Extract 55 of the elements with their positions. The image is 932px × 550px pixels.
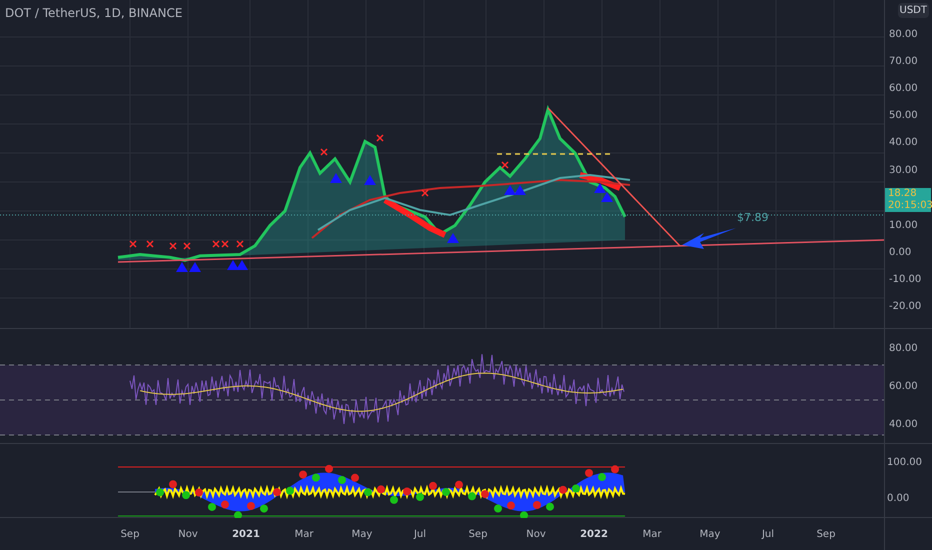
price-axis-label: -20.00 (889, 300, 922, 314)
bearish-ribbon (579, 172, 622, 191)
time-axis-label: Mar (294, 528, 314, 542)
time-axis-label: Nov (177, 528, 199, 542)
bearish-ribbon (383, 197, 446, 238)
cross-icon (129, 240, 137, 248)
price-axis-label: 50.00 (889, 110, 919, 124)
time-axis-label: Jul (412, 528, 428, 542)
time-axis-label: 2022 (579, 528, 609, 542)
time-axis-label: Sep (120, 528, 140, 542)
price-axis-label: 10.00 (889, 220, 919, 233)
target-price-label: $7.89 (737, 210, 768, 226)
oscillator-axis-label: 0.00 (887, 492, 910, 506)
rsi-axis-label: 40.00 (889, 418, 919, 432)
time-axis-label: Jul (760, 528, 776, 542)
triangle-icon (504, 185, 516, 195)
arrow-icon (682, 228, 736, 249)
time-axis-label: Mar (642, 528, 662, 542)
price-axis-label: 30.00 (889, 164, 919, 178)
triangle-icon (364, 175, 376, 185)
price-axis-label: -10.00 (889, 274, 922, 287)
triangle-icon (176, 262, 188, 272)
last-price: 18.28 (888, 188, 918, 200)
currency-badge: USDT (898, 3, 929, 18)
triangle-icon (514, 185, 526, 195)
triangle-icon (189, 262, 201, 272)
triangle-icon (227, 260, 239, 270)
cross-icon (501, 161, 509, 169)
time-axis-label: Sep (468, 528, 488, 542)
triangle-icon (594, 183, 606, 193)
time-axis-label: May (350, 528, 374, 542)
cross-icon (376, 134, 384, 142)
cross-icon (169, 242, 177, 250)
oscillator-axis-label: 100.00 (887, 456, 923, 470)
triangle-icon (447, 233, 459, 243)
time-axis-label: 2021 (231, 528, 261, 542)
cross-icon (421, 189, 429, 197)
time-axis-label: Nov (525, 528, 547, 542)
cross-icon (183, 242, 191, 250)
triangle-icon (601, 192, 613, 202)
price-axis-label: 40.00 (889, 137, 919, 150)
rsi-axis-label: 60.00 (889, 380, 919, 394)
price-axis-label: 80.00 (889, 29, 919, 42)
triangle-icon (236, 260, 248, 270)
time-axis-label: May (698, 528, 722, 542)
cross-icon (236, 240, 244, 248)
price-axis-label: 0.00 (889, 246, 912, 260)
price-axis-label: 70.00 (889, 56, 919, 70)
cross-icon (320, 148, 328, 156)
time-axis-label: Sep (816, 528, 836, 542)
rsi-axis-label: 80.00 (889, 342, 919, 356)
price-axis-label: 60.00 (889, 83, 919, 96)
cross-icon (146, 240, 154, 248)
symbol-title: DOT / TetherUS, 1D, BINANCE (5, 5, 182, 22)
triangle-icon (330, 173, 342, 183)
